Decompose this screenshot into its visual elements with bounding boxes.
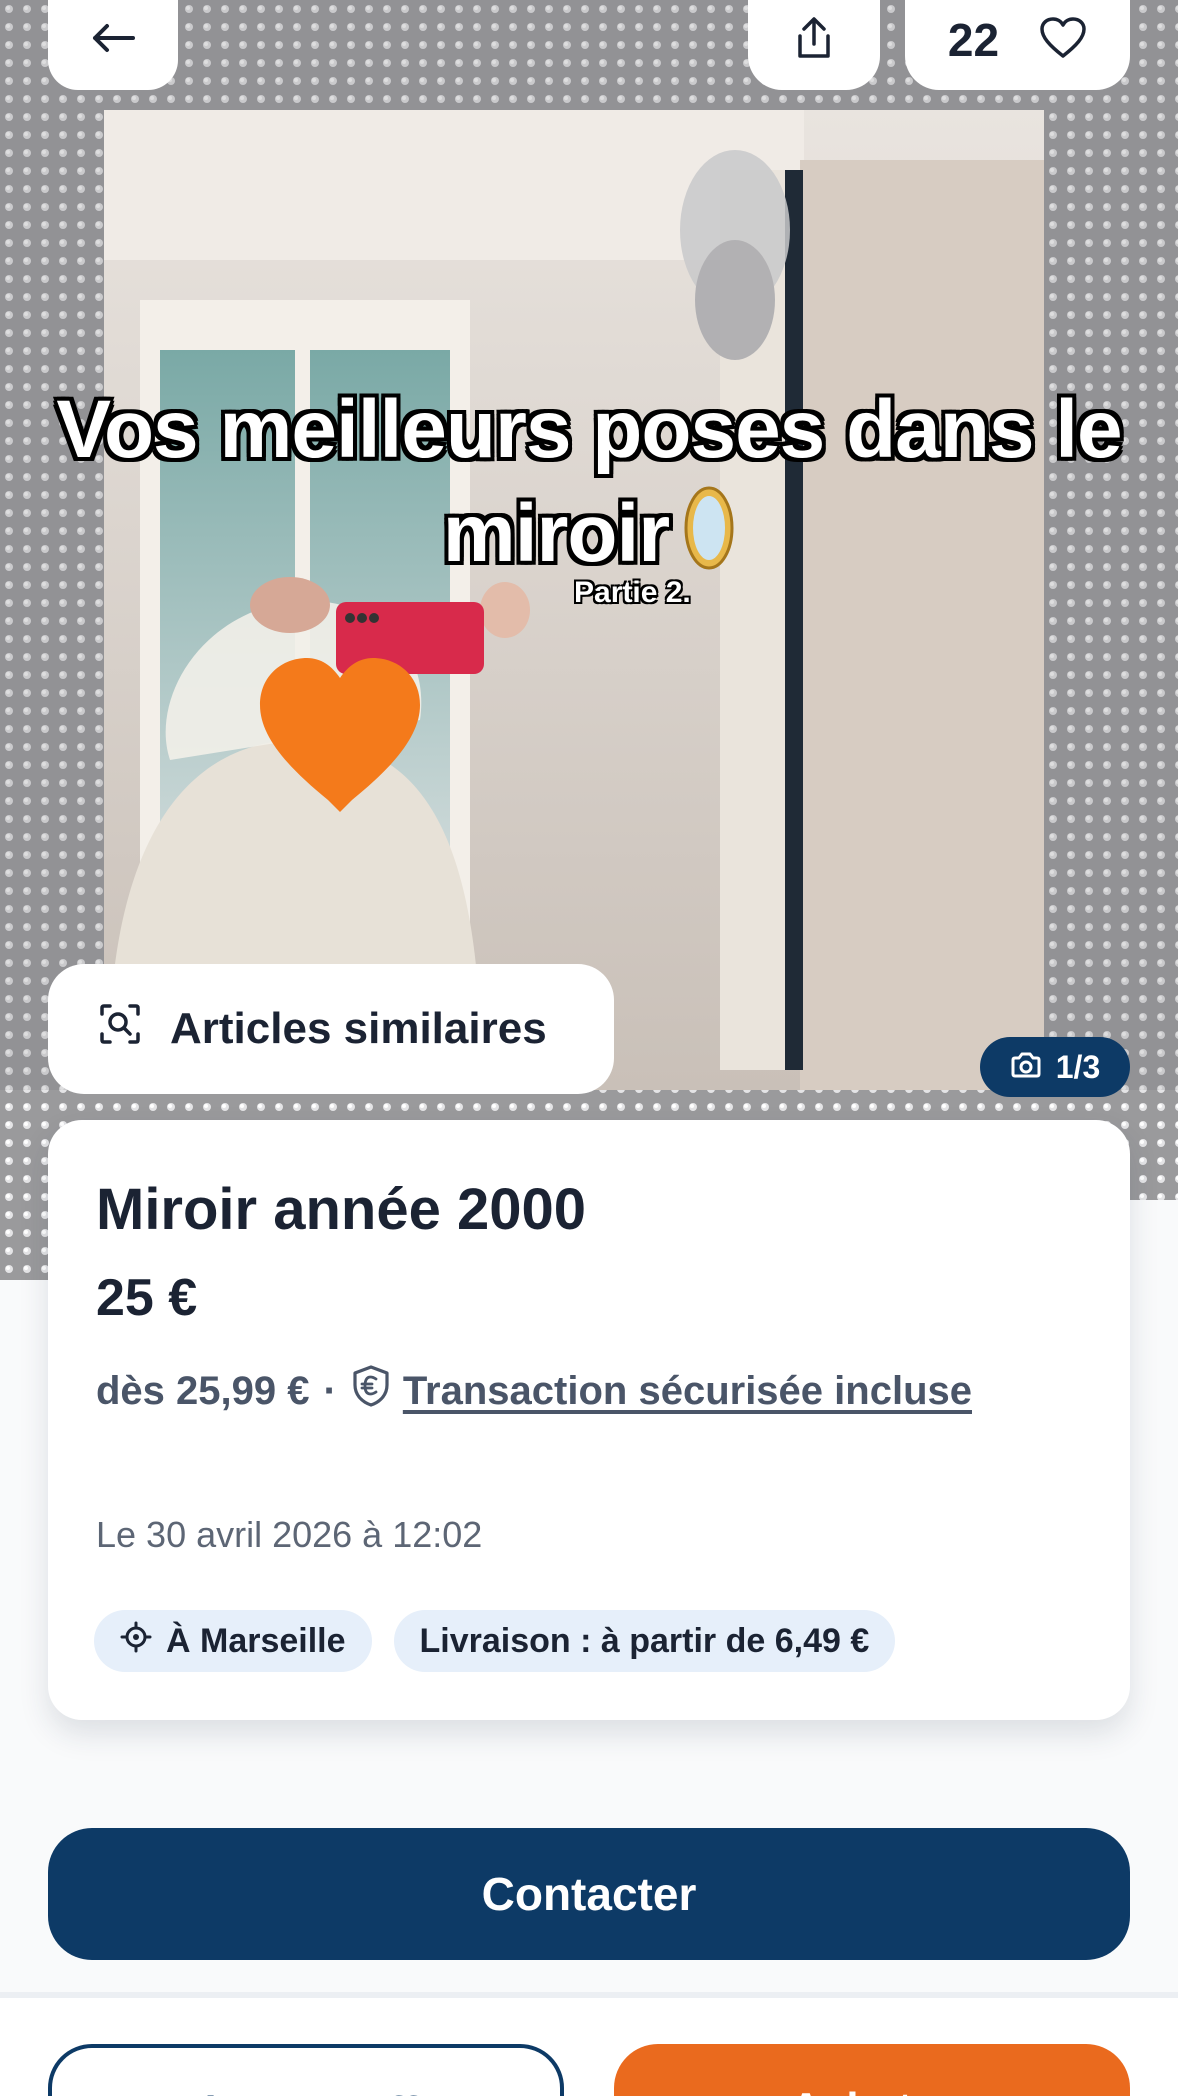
make-offer-button[interactable]: Faire une offre bbox=[48, 2044, 564, 2096]
overlay-title-line-1: Vos meilleurs poses dans le bbox=[56, 384, 1122, 475]
info-chips: À Marseille Livraison : à partir de 6,49… bbox=[94, 1610, 896, 1672]
contact-button[interactable]: Contacter bbox=[48, 1828, 1130, 1960]
buy-button[interactable]: Acheter bbox=[614, 2044, 1130, 2096]
shipping-chip[interactable]: Livraison : à partir de 6,49 € bbox=[393, 1610, 896, 1672]
location-chip[interactable]: À Marseille bbox=[94, 1610, 372, 1672]
buyer-protection-link[interactable]: Transaction sécurisée incluse bbox=[403, 1369, 972, 1414]
upload-date: Le 30 avril 2026 à 12:02 bbox=[96, 1514, 483, 1555]
photo-counter-text: 1/3 bbox=[1055, 1048, 1101, 1085]
shield-euro-icon bbox=[351, 1364, 391, 1418]
camera-icon bbox=[1010, 1049, 1042, 1086]
favorites-count: 22 bbox=[947, 14, 1000, 66]
photo-overlay-title: Vos meilleurs poses dans le miroir bbox=[0, 378, 1178, 596]
item-info-card: Miroir année 2000 25 € dès 25,99 € · Tra… bbox=[48, 1120, 1130, 1720]
shipping-label: Livraison : à partir de 6,49 € bbox=[419, 1621, 870, 1660]
overlay-title-line-2: miroir bbox=[442, 488, 670, 579]
share-button[interactable] bbox=[748, 0, 880, 90]
item-title: Miroir année 2000 bbox=[96, 1177, 586, 1242]
favorite-button[interactable]: 22 bbox=[905, 0, 1130, 90]
back-button[interactable] bbox=[48, 0, 178, 90]
visual-search-icon bbox=[98, 1002, 142, 1057]
similar-items-button[interactable]: Articles similaires bbox=[48, 964, 614, 1094]
separator-dot: · bbox=[323, 1368, 337, 1413]
listing-photo[interactable]: Vos meilleurs poses dans le miroir Parti… bbox=[0, 0, 1178, 1280]
bottom-action-bar: Faire une offre Acheter bbox=[0, 1998, 1178, 2096]
share-icon bbox=[794, 16, 834, 65]
heart-icon bbox=[1039, 16, 1087, 64]
buyer-price-row: dès 25,99 € · Transaction sécurisée incl… bbox=[96, 1364, 972, 1418]
photo-overlay-subtitle: Partie 2. bbox=[574, 576, 691, 609]
similar-items-label: Articles similaires bbox=[170, 1004, 547, 1053]
location-target-icon bbox=[120, 1621, 152, 1662]
photo-counter-badge: 1/3 bbox=[980, 1037, 1130, 1097]
item-price: 25 € bbox=[96, 1269, 198, 1327]
location-label: À Marseille bbox=[166, 1621, 346, 1660]
back-arrow-icon bbox=[91, 23, 135, 58]
buyer-price: dès 25,99 € bbox=[96, 1368, 310, 1413]
